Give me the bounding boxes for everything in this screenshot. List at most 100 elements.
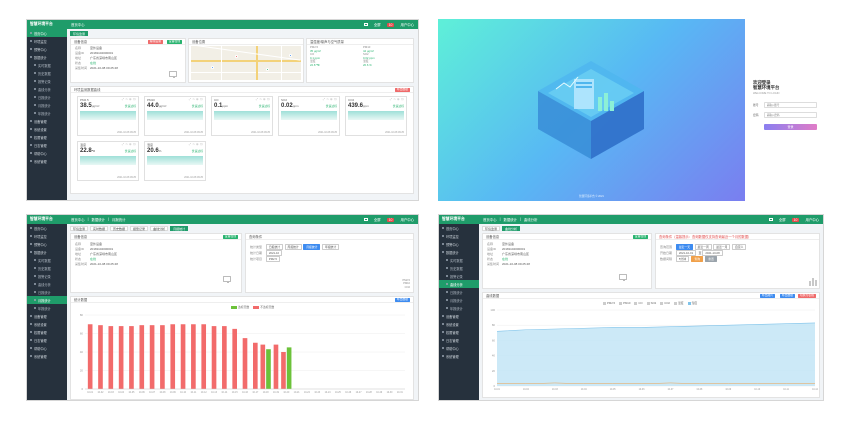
bar-fail[interactable]	[180, 324, 186, 389]
toggle-table-button[interactable]: 切换为表格	[798, 293, 816, 298]
sidebar-item[interactable]: 月报统计	[27, 296, 67, 304]
device-online-button[interactable]: 设备在线	[222, 234, 238, 239]
export-data-button[interactable]: 导出数据	[779, 293, 795, 298]
breadcrumb-item[interactable]: 数据统计	[91, 217, 105, 222]
login-button[interactable]: 登录	[764, 124, 817, 130]
bar-pass[interactable]	[266, 349, 271, 389]
metric-card[interactable]: CO2 ⤢ ◷ ⚙ ⓘ 439.6ppm 优良达标 2021-10-08 09:25	[345, 96, 407, 136]
bar-fail[interactable]	[118, 326, 124, 389]
bar-fail[interactable]	[108, 326, 114, 389]
sidebar-item[interactable]: 报警记录	[27, 77, 67, 85]
metric-tool-icons[interactable]: ⤢ ◷ ⚙ ⓘ	[189, 98, 203, 101]
user-menu[interactable]: 用户中心	[805, 217, 819, 222]
bar-fail[interactable]	[281, 352, 286, 389]
sidebar-item[interactable]: 曲线分析	[27, 85, 67, 93]
metric-tool-icons[interactable]: ⤢ ◷ ⚙ ⓘ	[189, 143, 203, 146]
sidebar-item[interactable]: 数据统计	[439, 248, 479, 256]
sidebar-item[interactable]: 数据统计	[27, 248, 67, 256]
sidebar-item[interactable]: 系统管理	[27, 157, 67, 165]
reset-button[interactable]: 重置	[705, 256, 717, 262]
device-map[interactable]	[191, 46, 301, 80]
sidebar-item[interactable]: 权限管理	[27, 328, 67, 336]
sidebar-item[interactable]: 历史数据	[27, 69, 67, 77]
user-menu[interactable]: 用户中心	[400, 22, 414, 27]
bar-fail[interactable]	[87, 324, 93, 389]
humidity-area[interactable]	[497, 322, 815, 386]
fullscreen-icon[interactable]	[768, 218, 773, 221]
sidebar-item[interactable]: 首页中心	[439, 224, 479, 232]
tab-item[interactable]: 曲线分析	[502, 226, 521, 231]
query-type-option[interactable]: 周报统计	[284, 244, 302, 250]
sidebar-item[interactable]: 首页中心	[27, 224, 67, 232]
breadcrumb-item[interactable]: 首页中心	[71, 22, 85, 27]
sidebar-item[interactable]: 权限管理	[439, 328, 479, 336]
metric-card[interactable]: 湿度 ⤢ ◷ ⚙ ⓘ 20.6% 优良达标 2021-10-08 09:25	[144, 141, 206, 181]
sidebar-item[interactable]: 年报统计	[27, 304, 67, 312]
alarm-badge[interactable]: 10	[386, 22, 395, 27]
metric-card[interactable]: 温度 ⤢ ◷ ⚙ ⓘ 22.8℃ 优良达标 2021-10-08 09:25	[77, 141, 139, 181]
breadcrumb-item[interactable]: 首页中心	[483, 217, 497, 222]
breadcrumb-item[interactable]: 月报统计	[112, 217, 126, 222]
sidebar-item[interactable]: 实时数据	[27, 61, 67, 69]
bar-pass[interactable]	[286, 347, 292, 389]
bar-fail[interactable]	[211, 326, 217, 389]
export-image-button[interactable]: 导出图片	[759, 293, 775, 298]
bar-fail[interactable]	[201, 324, 207, 389]
sidebar-item[interactable]: 系统设置	[439, 320, 479, 328]
bar-fail[interactable]	[98, 325, 103, 389]
user-menu[interactable]: 用户中心	[400, 217, 414, 222]
sidebar-item[interactable]: 环境监控	[27, 37, 67, 45]
query-type-option[interactable]: 月报统计	[303, 244, 321, 250]
device-marker-icon[interactable]	[235, 55, 238, 58]
sidebar-item[interactable]: 系统设置	[27, 320, 67, 328]
bar-fail[interactable]	[242, 338, 248, 389]
bar-fail[interactable]	[253, 342, 258, 389]
series-toggle[interactable]: SO2	[646, 301, 656, 305]
sidebar-item[interactable]: 实时数据	[439, 256, 479, 264]
alarm-badge[interactable]: 10	[791, 217, 800, 222]
sidebar-item[interactable]: 日报统计	[439, 288, 479, 296]
metric-card[interactable]: PM10 ⤢ ◷ ⚙ ⓘ 44.0μg/m³ 优良达标 2021-10-08 09:25	[144, 96, 206, 136]
metric-tool-icons[interactable]: ⤢ ◷ ⚙ ⓘ	[323, 98, 337, 101]
sidebar-item[interactable]: 设备管理	[27, 312, 67, 320]
interval-select[interactable]: 5分钟	[675, 256, 689, 262]
sidebar-item[interactable]: 数据统计	[27, 53, 67, 61]
sidebar-item[interactable]: 帮助中心	[439, 344, 479, 352]
sidebar-item[interactable]: 日志管理	[439, 336, 479, 344]
alarm-badge[interactable]: 10	[386, 217, 395, 222]
bar-fail[interactable]	[160, 325, 165, 389]
sidebar-item[interactable]: 历史数据	[27, 264, 67, 272]
metric-tool-icons[interactable]: ⤢ ◷ ⚙ ⓘ	[256, 98, 270, 101]
bar-fail[interactable]	[149, 325, 155, 389]
tab-item[interactable]: 月报统计	[170, 226, 189, 231]
sidebar-item[interactable]: 报警记录	[27, 272, 67, 280]
metric-tool-icons[interactable]: ⤢ ◷ ⚙ ⓘ	[122, 98, 136, 101]
series-toggle[interactable]: 温度	[673, 301, 684, 305]
sidebar-item[interactable]: 曲线分析	[27, 280, 67, 288]
breadcrumb-item[interactable]: 曲线分析	[524, 217, 538, 222]
bar-fail[interactable]	[191, 324, 196, 389]
bar-fail[interactable]	[273, 344, 279, 389]
series-toggle[interactable]: CO2	[660, 301, 670, 305]
fullscreen-label[interactable]: 全屏	[779, 217, 786, 222]
tab-item[interactable]: 历史数据	[110, 226, 129, 231]
sidebar-item[interactable]: 日志管理	[27, 336, 67, 344]
sidebar-item[interactable]: 首页中心	[27, 29, 67, 37]
range-option[interactable]: 自定义	[731, 244, 747, 250]
bar-fail[interactable]	[139, 325, 145, 389]
sidebar-item[interactable]: 报警记录	[439, 272, 479, 280]
sidebar-item[interactable]: 预警中心	[27, 240, 67, 248]
tab-item[interactable]: 环境监测	[482, 226, 501, 231]
tab-environment[interactable]: 环境监测	[70, 31, 89, 36]
fullscreen-label[interactable]: 全屏	[374, 217, 381, 222]
sidebar-item[interactable]: 实时数据	[27, 256, 67, 264]
bar-fail[interactable]	[129, 326, 134, 389]
sidebar-item[interactable]: 日报统计	[27, 93, 67, 101]
bar-fail[interactable]	[260, 344, 266, 389]
sidebar-item[interactable]: 预警中心	[439, 240, 479, 248]
metric-card[interactable]: SO2 ⤢ ◷ ⚙ ⓘ 0.02ppm 优良达标 2021-10-08 09:25	[278, 96, 340, 136]
device-online-button[interactable]: 设备在线	[166, 39, 182, 44]
export-data-button[interactable]: 导出数据	[394, 87, 410, 92]
breadcrumb-item[interactable]: 数据统计	[503, 217, 517, 222]
query-button[interactable]: 查询	[691, 256, 703, 262]
